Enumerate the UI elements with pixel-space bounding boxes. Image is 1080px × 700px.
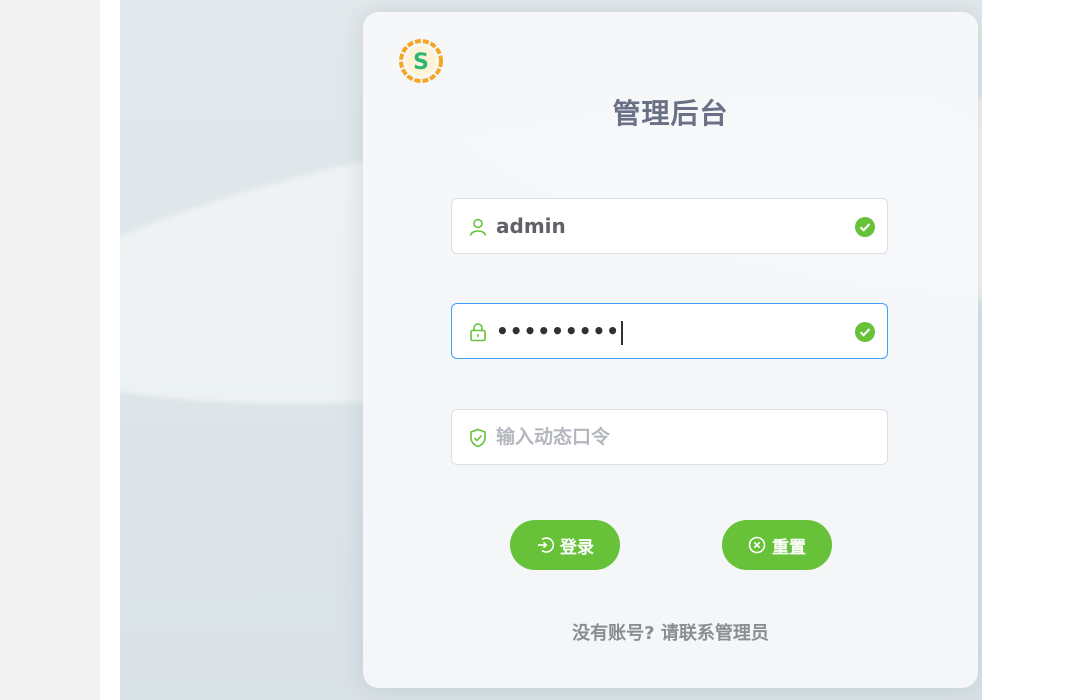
password-field[interactable]: ••••••••• (451, 303, 888, 359)
user-icon (469, 218, 487, 236)
close-circle-icon (748, 536, 766, 554)
right-margin (982, 0, 1080, 700)
username-value: admin (496, 214, 566, 238)
login-icon (538, 537, 554, 553)
svg-text:S: S (413, 50, 429, 75)
otp-placeholder: 输入动态口令 (496, 426, 611, 448)
left-margin (0, 0, 100, 700)
reset-button[interactable]: 重置 (722, 520, 832, 570)
username-field[interactable]: admin (451, 198, 888, 254)
reset-button-label: 重置 (772, 537, 806, 558)
otp-field[interactable]: 输入动态口令 (451, 409, 888, 465)
login-button[interactable]: 登录 (510, 520, 620, 570)
check-circle-icon (855, 322, 875, 342)
left-gutter (100, 0, 120, 700)
login-card: S 管理后台 admin ••••••••• 输入动态口令 登录 重置 没有账号… (363, 12, 978, 688)
page-title: 管理后台 (612, 97, 729, 130)
contact-admin-text: 没有账号? 请联系管理员 (572, 623, 769, 644)
lock-icon (470, 323, 486, 342)
password-mask: ••••••••• (496, 319, 621, 343)
password-value: ••••••••• (496, 304, 623, 358)
text-caret (621, 320, 623, 345)
shield-check-icon (470, 428, 486, 448)
logo-icon: S (399, 39, 443, 83)
login-background: S 管理后台 admin ••••••••• 输入动态口令 登录 重置 没有账号… (120, 0, 982, 700)
login-button-label: 登录 (560, 537, 594, 558)
check-circle-icon (855, 217, 875, 237)
